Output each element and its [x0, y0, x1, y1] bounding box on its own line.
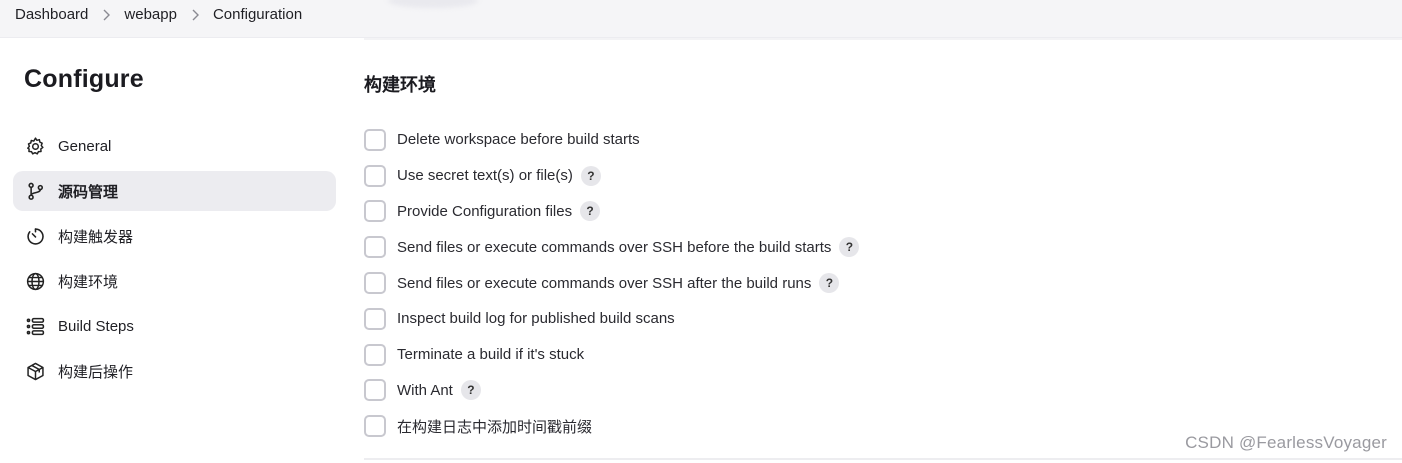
sidebar-item-build-steps[interactable]: Build Steps: [13, 306, 336, 346]
decorative-blob: [388, 0, 478, 8]
checkbox[interactable]: [364, 236, 386, 259]
option-terminate-stuck-build[interactable]: Terminate a build if it's stuck: [364, 337, 859, 373]
checkbox[interactable]: [364, 415, 386, 438]
option-delete-workspace[interactable]: Delete workspace before build starts: [364, 122, 859, 158]
help-icon[interactable]: ?: [580, 201, 601, 222]
git-branch-icon: [24, 180, 46, 202]
option-timestamps[interactable]: 在构建日志中添加时间戳前缀: [364, 408, 859, 444]
sidebar-item-source-control[interactable]: 源码管理: [13, 171, 336, 211]
top-bar: Dashboard webapp Configuration: [0, 0, 1402, 38]
option-inspect-build-log[interactable]: Inspect build log for published build sc…: [364, 301, 859, 337]
sidebar-item-label: General: [58, 137, 112, 155]
help-icon[interactable]: ?: [839, 237, 860, 258]
checkbox[interactable]: [364, 307, 386, 330]
checkbox[interactable]: [364, 379, 386, 402]
option-secret-text[interactable]: Use secret text(s) or file(s) ?: [364, 158, 859, 194]
bottom-divider: [364, 458, 1402, 460]
checkbox[interactable]: [364, 164, 386, 187]
option-label: Send files or execute commands over SSH …: [397, 274, 812, 292]
sidebar-item-general[interactable]: General: [13, 126, 336, 166]
watermark: CSDN @FearlessVoyager: [1185, 433, 1387, 452]
checkbox[interactable]: [364, 343, 386, 366]
gear-icon: [24, 135, 46, 157]
checkbox[interactable]: [364, 200, 386, 223]
option-label: Inspect build log for published build sc…: [397, 310, 675, 328]
option-config-files[interactable]: Provide Configuration files ?: [364, 194, 859, 230]
section-title: 构建环境: [364, 75, 436, 95]
content-divider: [364, 38, 1402, 40]
checkbox[interactable]: [364, 272, 386, 295]
breadcrumb: Dashboard webapp Configuration: [15, 6, 302, 23]
sidebar-item-build-environment[interactable]: 构建环境: [13, 261, 336, 301]
option-ssh-after-build[interactable]: Send files or execute commands over SSH …: [364, 265, 859, 301]
globe-icon: [24, 270, 46, 292]
page-title: Configure: [24, 65, 144, 93]
option-label: Use secret text(s) or file(s): [397, 167, 573, 185]
breadcrumb-dashboard[interactable]: Dashboard: [15, 6, 88, 23]
help-icon[interactable]: ?: [819, 273, 840, 294]
option-with-ant[interactable]: With Ant ?: [364, 373, 859, 409]
chevron-right-icon: [102, 9, 111, 21]
sidebar-item-post-build-actions[interactable]: 构建后操作: [13, 351, 336, 391]
checkbox[interactable]: [364, 128, 386, 151]
sidebar-item-label: 源码管理: [58, 183, 119, 201]
sidebar-item-label: Build Steps: [58, 317, 134, 335]
timer-icon: [24, 225, 46, 247]
sidebar-item-label: 构建后操作: [58, 363, 134, 381]
option-label: Send files or execute commands over SSH …: [397, 238, 832, 256]
build-environment-options: Delete workspace before build starts Use…: [364, 122, 860, 444]
option-label: Provide Configuration files: [397, 202, 573, 220]
option-label: 在构建日志中添加时间戳前缀: [397, 418, 593, 436]
sidebar-item-build-triggers[interactable]: 构建触发器: [13, 216, 336, 256]
package-icon: [24, 360, 46, 382]
chevron-right-icon: [191, 9, 199, 21]
list-icon: [24, 315, 46, 337]
breadcrumb-configuration[interactable]: Configuration: [213, 6, 302, 23]
option-label: With Ant: [397, 381, 453, 399]
option-label: Delete workspace before build starts: [397, 131, 640, 149]
sidebar-item-label: 构建触发器: [58, 228, 134, 246]
sidebar: General 源码管理 构建触发器 构建环境 Build Steps 构建后操…: [13, 126, 336, 396]
help-icon[interactable]: ?: [580, 165, 601, 186]
option-ssh-before-build[interactable]: Send files or execute commands over SSH …: [364, 229, 860, 265]
help-icon[interactable]: ?: [460, 380, 481, 401]
breadcrumb-webapp[interactable]: webapp: [124, 6, 177, 23]
option-label: Terminate a build if it's stuck: [397, 346, 585, 364]
sidebar-item-label: 构建环境: [58, 273, 119, 291]
